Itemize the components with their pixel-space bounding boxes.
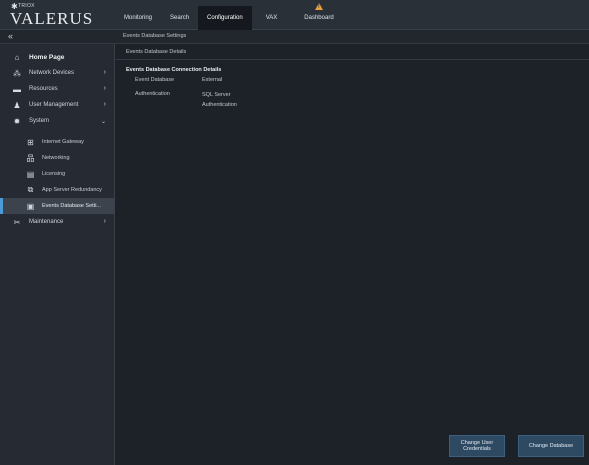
authentication-value: SQL Server Authentication xyxy=(202,92,237,108)
nav-label: Search xyxy=(170,15,190,21)
tools-icon: ✂ xyxy=(13,217,21,227)
warning-icon xyxy=(314,3,323,10)
nav-dashboard[interactable]: Dashboard xyxy=(291,3,346,30)
nav-label: VAX xyxy=(265,15,278,21)
panel-title: Events Database Details xyxy=(116,44,589,60)
user-management-icon: ♟ xyxy=(13,100,21,110)
resources-icon: ▬ xyxy=(13,84,21,94)
nav-monitoring[interactable]: Monitoring xyxy=(115,6,161,30)
redundancy-icon: ⧉ xyxy=(27,185,34,194)
sidebar-item-system[interactable]: ✹ System ⌄ xyxy=(0,113,114,129)
networking-icon: 品 xyxy=(26,153,35,163)
sidebar-item-label: Resources xyxy=(29,86,58,92)
license-icon: ▤ xyxy=(26,169,35,179)
sidebar-subitem-networking[interactable]: 品 Networking xyxy=(0,150,114,166)
chevron-right-icon: › xyxy=(103,218,106,225)
sub-header: « Events Database Settings xyxy=(0,30,589,44)
sidebar: ⌂ Home Page ⁂ Network Devices › ▬ Resour… xyxy=(0,44,115,465)
sidebar-item-label: Network Devices xyxy=(29,70,75,76)
nav-label: Configuration xyxy=(207,15,243,21)
top-bar: ✱ TRIOX VALERUS Monitoring Search Config… xyxy=(0,0,589,30)
nav-search[interactable]: Search xyxy=(161,6,198,30)
change-database-button[interactable]: Change Database xyxy=(518,435,584,457)
section-title: Events Database Connection Details xyxy=(126,67,222,73)
sidebar-subitem-label: Licensing xyxy=(42,171,66,177)
gear-icon: ✹ xyxy=(13,116,21,126)
chevron-right-icon: › xyxy=(103,69,106,76)
authentication-label: Authentication xyxy=(135,91,170,97)
gateway-icon: ⊞ xyxy=(27,137,34,147)
event-database-value: External xyxy=(202,77,223,83)
sidebar-item-label: User Management xyxy=(29,102,79,108)
nav-label: Monitoring xyxy=(124,15,153,21)
database-settings-icon: ▣ xyxy=(26,201,35,211)
sidebar-subitem-events-database-settings[interactable]: ▣ Events Database Setti... xyxy=(0,198,114,214)
chevron-right-icon: › xyxy=(103,101,106,108)
sidebar-subitem-label: Internet Gateway xyxy=(42,139,84,145)
sidebar-item-user-management[interactable]: ♟ User Management › xyxy=(0,97,114,113)
sidebar-subitem-label: App Server Redundancy xyxy=(42,187,102,193)
sidebar-item-label: Maintenance xyxy=(29,219,64,225)
nav-configuration[interactable]: Configuration xyxy=(198,6,252,30)
sidebar-subitem-label: Events Database Setti... xyxy=(42,203,102,209)
sidebar-item-label: System xyxy=(29,118,50,124)
event-database-label: Event Database xyxy=(135,77,175,83)
sidebar-item-label: Home Page xyxy=(29,53,65,61)
home-icon: ⌂ xyxy=(14,52,20,62)
logo: ✱ TRIOX VALERUS xyxy=(10,2,110,28)
sidebar-subitem-internet-gateway[interactable]: ⊞ Internet Gateway xyxy=(0,134,114,150)
change-user-credentials-button[interactable]: Change User Credentials xyxy=(449,435,505,457)
sidebar-item-home[interactable]: ⌂ Home Page xyxy=(0,49,114,65)
sidebar-item-resources[interactable]: ▬ Resources › xyxy=(0,81,114,97)
nav-label: Dashboard xyxy=(304,15,334,21)
sidebar-subitem-app-server-redundancy[interactable]: ⧉ App Server Redundancy xyxy=(0,182,114,198)
sidebar-item-maintenance[interactable]: ✂ Maintenance › xyxy=(0,214,114,230)
main-nav: Monitoring Search Configuration VAX Dash… xyxy=(115,3,347,30)
sidebar-subitem-licensing[interactable]: ▤ Licensing xyxy=(0,166,114,182)
breadcrumb: Events Database Settings xyxy=(123,33,187,39)
chevron-down-icon: ⌄ xyxy=(100,119,106,125)
sidebar-item-network-devices[interactable]: ⁂ Network Devices › xyxy=(0,65,114,81)
main-content: Events Database Details Events Database … xyxy=(116,44,589,465)
network-devices-icon: ⁂ xyxy=(13,68,21,78)
sidebar-subitem-label: Networking xyxy=(42,155,70,161)
collapse-sidebar-icon[interactable]: « xyxy=(8,31,13,41)
chevron-right-icon: › xyxy=(103,85,106,92)
nav-vax[interactable]: VAX xyxy=(252,6,292,30)
logo-brand: VALERUS xyxy=(10,9,94,28)
